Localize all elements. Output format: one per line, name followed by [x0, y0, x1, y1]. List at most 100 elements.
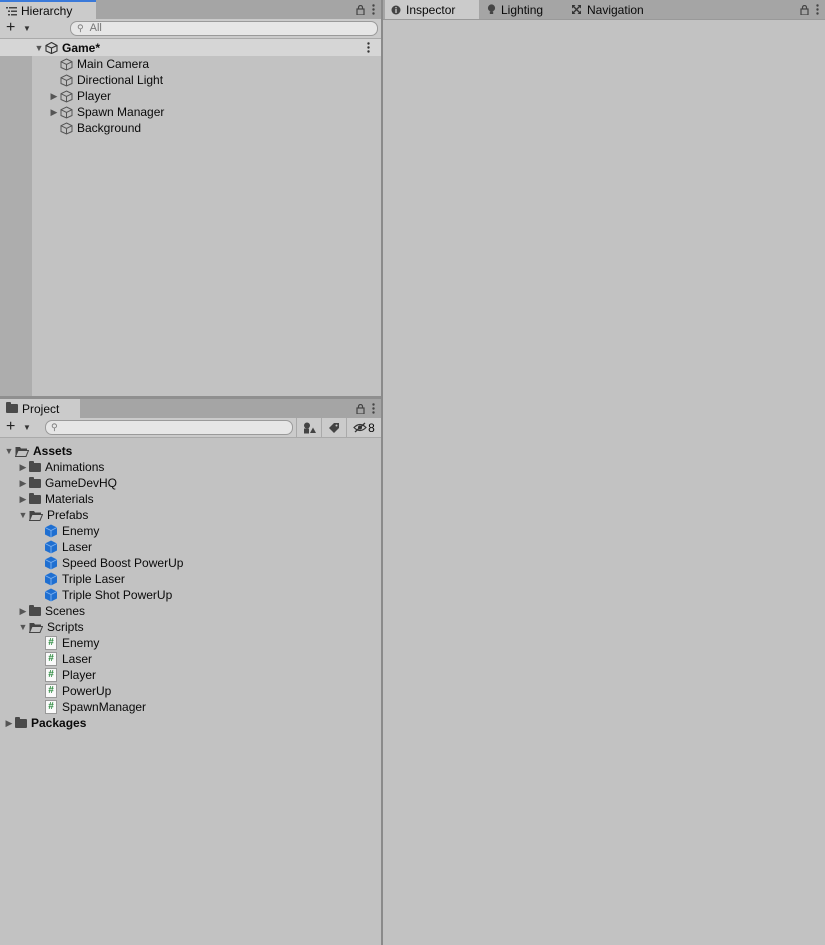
tree-prefab-triple-laser[interactable]: Triple Laser [44, 571, 125, 587]
tree-prefab-enemy[interactable]: Enemy [44, 523, 99, 539]
hidden-packages-count: 8 [368, 420, 375, 435]
expand-triangle-icon[interactable]: ▼ [17, 507, 29, 523]
scene-row[interactable]: ▼ Game* [33, 40, 101, 56]
expand-triangle-icon[interactable]: ▶ [17, 475, 29, 491]
search-by-label-button[interactable] [321, 418, 346, 437]
tree-script-enemy[interactable]: # Enemy [45, 635, 99, 651]
tab-inspector[interactable]: Inspector [385, 0, 479, 19]
tag-icon [329, 422, 339, 433]
expand-triangle-icon[interactable]: ▶ [17, 491, 29, 507]
tree-folder-scenes[interactable]: ▶ Scenes [17, 603, 86, 619]
prefab-cube-icon [44, 588, 58, 602]
tab-project[interactable]: Project [0, 399, 80, 418]
kebab-menu-icon[interactable] [816, 4, 819, 15]
expand-triangle-icon[interactable]: ▶ [17, 459, 29, 475]
lock-icon[interactable] [800, 4, 809, 15]
csharp-script-icon: # [45, 636, 57, 650]
hierarchy-item-main-camera[interactable]: Main Camera [48, 56, 149, 72]
tree-script-spawnmanager[interactable]: # SpawnManager [45, 699, 146, 715]
unity-scene-icon [45, 42, 58, 54]
gameobject-cube-icon [60, 89, 73, 103]
tree-script-laser[interactable]: # Laser [45, 651, 92, 667]
tree-folder-materials[interactable]: ▶ Materials [17, 491, 94, 507]
csharp-script-icon: # [45, 684, 57, 698]
create-dropdown-icon[interactable]: ▼ [23, 24, 31, 33]
hidden-packages-toggle[interactable]: 8 [346, 418, 381, 437]
tab-hierarchy-label: Hierarchy [21, 3, 73, 18]
project-toolbar: + ▼ ⚲ 8 [0, 418, 381, 438]
info-icon [391, 5, 401, 14]
inspector-panel [383, 0, 825, 945]
eye-slash-icon [353, 422, 368, 433]
tree-script-label: SpawnManager [62, 700, 147, 714]
hierarchy-item-player[interactable]: ▶ Player [48, 88, 111, 104]
expand-triangle-icon[interactable]: ▶ [48, 88, 60, 104]
search-by-type-button[interactable] [296, 418, 321, 437]
lock-icon[interactable] [356, 4, 365, 15]
tree-prefab-label: Triple Laser [62, 572, 125, 586]
tab-lighting-label: Lighting [501, 2, 544, 17]
hierarchy-item-label: Directional Light [77, 73, 164, 87]
hierarchy-item-spawn-manager[interactable]: ▶ Spawn Manager [48, 104, 165, 120]
csharp-script-icon: # [45, 652, 57, 666]
tree-script-powerup[interactable]: # PowerUp [45, 683, 111, 699]
tree-folder-label: Scripts [47, 620, 84, 634]
tree-prefab-label: Laser [62, 540, 93, 554]
expand-triangle-icon[interactable]: ▶ [3, 715, 15, 731]
lightbulb-icon [487, 4, 496, 14]
tree-folder-label: Prefabs [47, 508, 89, 522]
open-folder-icon [15, 446, 29, 457]
tab-lighting[interactable]: Lighting [481, 0, 563, 19]
tab-navigation-label: Navigation [587, 2, 644, 17]
search-icon: ⚲ [51, 422, 58, 432]
create-plus-icon[interactable]: + [6, 419, 15, 435]
kebab-menu-icon[interactable] [372, 403, 375, 414]
inspector-tabstrip: Inspector Lighting Navigation [383, 0, 825, 20]
hierarchy-search-input[interactable]: ⚲ All [70, 21, 378, 36]
tree-script-label: Laser [62, 652, 93, 666]
open-folder-icon [29, 622, 43, 633]
scene-name: Game* [62, 41, 101, 55]
folder-icon [6, 402, 18, 413]
create-dropdown-icon[interactable]: ▼ [23, 423, 31, 432]
folder-icon [29, 604, 41, 616]
tree-prefab-label: Triple Shot PowerUp [62, 588, 173, 602]
tree-folder-scripts[interactable]: ▼ Scripts [17, 619, 84, 635]
folder-icon [29, 476, 41, 488]
project-search-input[interactable]: ⚲ [45, 420, 293, 435]
tree-prefab-speed-boost-powerup[interactable]: Speed Boost PowerUp [44, 555, 183, 571]
hierarchy-item-label: Background [77, 121, 142, 135]
tab-navigation[interactable]: Navigation [565, 0, 669, 19]
tree-folder-gamedevhq[interactable]: ▶ GameDevHQ [17, 475, 118, 491]
tree-script-player[interactable]: # Player [45, 667, 96, 683]
tree-assets-label: Assets [33, 444, 73, 458]
expand-triangle-icon[interactable]: ▶ [48, 104, 60, 120]
hierarchy-item-background[interactable]: Background [48, 120, 141, 136]
expand-triangle-icon[interactable]: ▼ [33, 40, 45, 56]
kebab-menu-icon[interactable] [372, 4, 375, 15]
folder-icon [15, 716, 27, 728]
tree-packages[interactable]: ▶ Packages [3, 715, 87, 731]
inspector-tab-controls [800, 0, 819, 19]
prefab-cube-icon [44, 556, 58, 570]
project-tab-controls [356, 399, 375, 418]
tree-prefab-triple-shot-powerup[interactable]: Triple Shot PowerUp [44, 587, 172, 603]
tab-hierarchy[interactable]: Hierarchy [0, 0, 96, 19]
tree-folder-animations[interactable]: ▶ Animations [17, 459, 105, 475]
expand-triangle-icon[interactable]: ▶ [17, 603, 29, 619]
create-plus-icon[interactable]: + [6, 20, 15, 36]
gameobject-cube-icon [60, 105, 73, 119]
lock-icon[interactable] [356, 403, 365, 414]
tree-folder-prefabs[interactable]: ▼ Prefabs [17, 507, 89, 523]
csharp-script-icon: # [45, 668, 57, 682]
open-folder-icon [29, 510, 43, 521]
hierarchy-item-directional-light[interactable]: Directional Light [48, 72, 163, 88]
expand-triangle-icon[interactable]: ▼ [3, 443, 15, 459]
expand-triangle-icon[interactable]: ▼ [17, 619, 29, 635]
scene-kebab-icon[interactable] [367, 42, 370, 53]
hierarchy-item-label: Spawn Manager [77, 105, 165, 119]
tree-prefab-laser[interactable]: Laser [44, 539, 92, 555]
hierarchy-toolbar: + ▼ ⚲ All [0, 19, 381, 39]
folder-icon [29, 492, 41, 504]
tree-assets[interactable]: ▼ Assets [3, 443, 73, 459]
